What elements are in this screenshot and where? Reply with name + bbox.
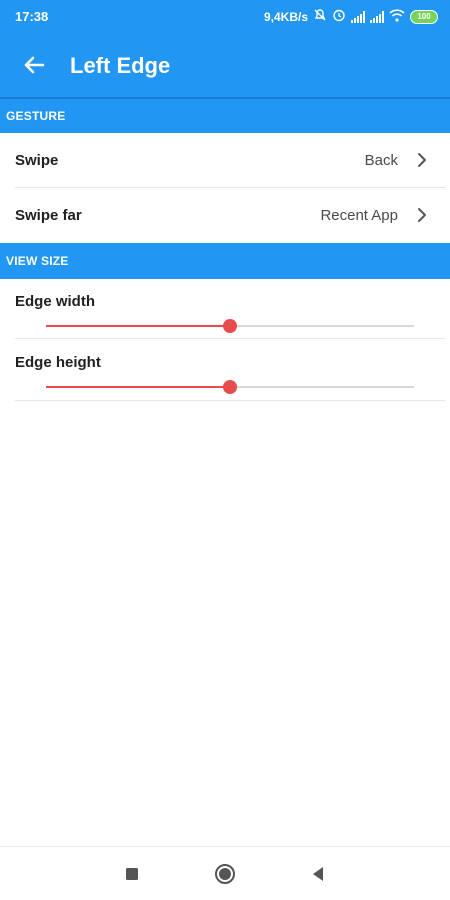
system-back-button[interactable] [306, 862, 330, 886]
slider-thumb[interactable] [223, 380, 237, 394]
chevron-right-icon [412, 203, 432, 227]
section-header-label: GESTURE [6, 109, 66, 123]
chevron-right-icon [412, 148, 432, 172]
network-speed: 9,4KB/s [263, 9, 308, 24]
status-time: 17:38 [15, 9, 49, 24]
recents-square-icon [126, 868, 138, 880]
slider-fill [46, 386, 230, 388]
row-value: Back [364, 152, 398, 169]
battery-icon: 100 [410, 9, 438, 24]
top-bar: 17:38 9,4KB/s 100 Left Edge [0, 0, 450, 97]
status-bar: 17:38 9,4KB/s 100 [0, 0, 450, 33]
recents-button[interactable] [120, 862, 144, 886]
section-header-view-size: VIEW SIZE [0, 243, 450, 279]
back-triangle-icon [313, 867, 323, 881]
signal-icon [351, 10, 365, 23]
row-value: Recent App [320, 207, 398, 224]
signal-icon [370, 10, 384, 23]
home-circle-icon [215, 864, 235, 884]
swipe-far-row[interactable]: Swipe far Recent App [0, 188, 450, 242]
slider-label: Edge width [15, 293, 95, 310]
edge-height-slider[interactable] [46, 380, 414, 394]
edge-height-setting: Edge height [0, 340, 450, 402]
row-label: Swipe [15, 152, 59, 169]
swipe-row[interactable]: Swipe Back [0, 133, 450, 187]
section-header-gesture: GESTURE [0, 97, 450, 133]
home-button[interactable] [213, 862, 237, 886]
edge-width-slider[interactable] [46, 319, 414, 333]
wifi-icon [389, 8, 405, 25]
battery-level: 100 [417, 12, 431, 21]
divider [15, 338, 445, 339]
row-label: Swipe far [15, 207, 82, 224]
slider-label: Edge height [15, 354, 101, 371]
navigation-bar [0, 846, 450, 900]
edge-width-setting: Edge width [0, 279, 450, 341]
divider [15, 400, 445, 401]
section-header-label: VIEW SIZE [6, 254, 69, 268]
alarm-icon [332, 8, 346, 25]
slider-fill [46, 325, 230, 327]
app-bar: Left Edge [0, 33, 450, 97]
status-icons: 9,4KB/s 100 [264, 8, 438, 25]
back-button[interactable] [18, 49, 50, 81]
arrow-left-icon [24, 56, 45, 74]
slider-thumb[interactable] [223, 319, 237, 333]
page-title: Left Edge [70, 53, 171, 78]
mute-icon [313, 8, 327, 25]
